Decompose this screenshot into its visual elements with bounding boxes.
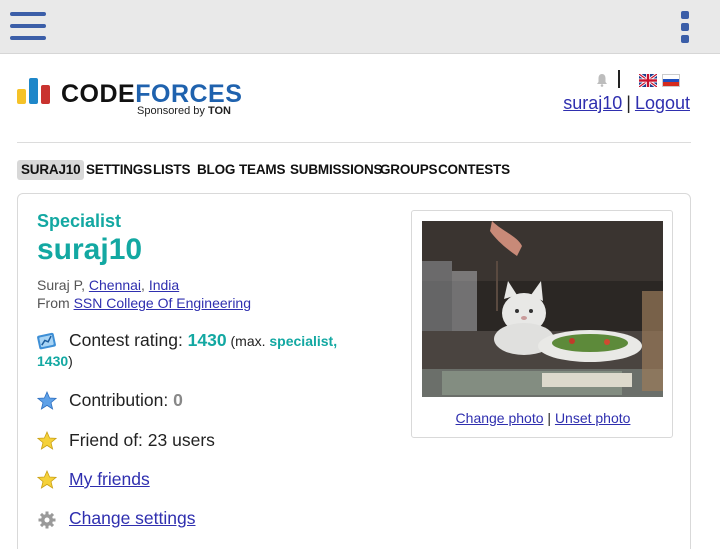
gold-star-icon xyxy=(37,470,57,489)
kebab-more-icon[interactable] xyxy=(678,10,692,44)
cat-photo-image xyxy=(422,221,663,397)
profile-card: Specialist suraj10 Suraj P, Chennai, Ind… xyxy=(17,193,691,549)
username-link[interactable]: suraj10 xyxy=(563,93,622,113)
header-divider-line xyxy=(17,142,691,143)
flag-russia-icon[interactable] xyxy=(662,74,680,87)
gold-star-icon xyxy=(37,431,57,450)
logo-wordmark: CODEFORCES xyxy=(61,80,243,108)
tab-submissions[interactable]: SUBMISSIONS xyxy=(290,160,383,180)
max-rank: specialist, xyxy=(269,333,338,349)
tab-contests[interactable]: CONTESTS xyxy=(438,160,510,180)
profile-photo xyxy=(422,221,663,397)
photo-links: Change photo | Unset photo xyxy=(455,410,631,426)
user-organization: From SSN College Of Engineering xyxy=(37,295,251,311)
auth-links: suraj10 | Logout xyxy=(563,93,690,114)
unset-photo-link[interactable]: Unset photo xyxy=(555,410,631,426)
header-divider xyxy=(618,70,620,88)
blue-star-icon xyxy=(37,391,57,410)
change-settings-link[interactable]: Change settings xyxy=(69,508,195,529)
organization-link[interactable]: SSN College Of Engineering xyxy=(74,295,251,311)
city-link[interactable]: Chennai xyxy=(89,277,141,293)
bell-icon[interactable] xyxy=(596,73,608,87)
tab-groups[interactable]: GROUPS xyxy=(380,160,438,180)
user-handle: suraj10 xyxy=(37,233,143,266)
tab-blog[interactable]: BLOG xyxy=(197,160,235,180)
user-rank: Specialist xyxy=(37,211,122,231)
my-friends-link[interactable]: My friends xyxy=(69,469,150,490)
tab-suraj10[interactable]: SURAJ10 xyxy=(17,160,85,180)
profile-photo-box: Change photo | Unset photo xyxy=(411,210,673,438)
tab-lists[interactable]: LISTS xyxy=(153,160,190,180)
hamburger-menu-icon[interactable] xyxy=(10,11,46,41)
gear-icon xyxy=(38,511,56,529)
auth-separator: | xyxy=(626,93,631,113)
logout-link[interactable]: Logout xyxy=(635,93,690,113)
header-user-area: suraj10 | Logout xyxy=(490,70,690,120)
flag-uk-icon[interactable] xyxy=(639,74,657,87)
max-rating-value: 1430 xyxy=(37,353,69,369)
contribution-value: 0 xyxy=(173,390,183,410)
rating-chart-icon xyxy=(37,332,56,350)
logo-bars-icon xyxy=(17,78,53,104)
top-bar xyxy=(0,0,720,54)
user-location: Suraj P, Chennai, India xyxy=(37,277,180,293)
country-link[interactable]: India xyxy=(149,277,179,293)
tab-settings[interactable]: SETTINGS xyxy=(86,160,152,180)
tab-teams[interactable]: TEAMS xyxy=(239,160,285,180)
codeforces-logo[interactable]: CODEFORCES Sponsored by TON xyxy=(17,78,247,122)
rating-value: 1430 xyxy=(187,330,227,350)
change-photo-link[interactable]: Change photo xyxy=(456,410,544,426)
max-rating-line: 1430) xyxy=(37,353,73,369)
sponsor-text: Sponsored by TON xyxy=(137,105,231,117)
